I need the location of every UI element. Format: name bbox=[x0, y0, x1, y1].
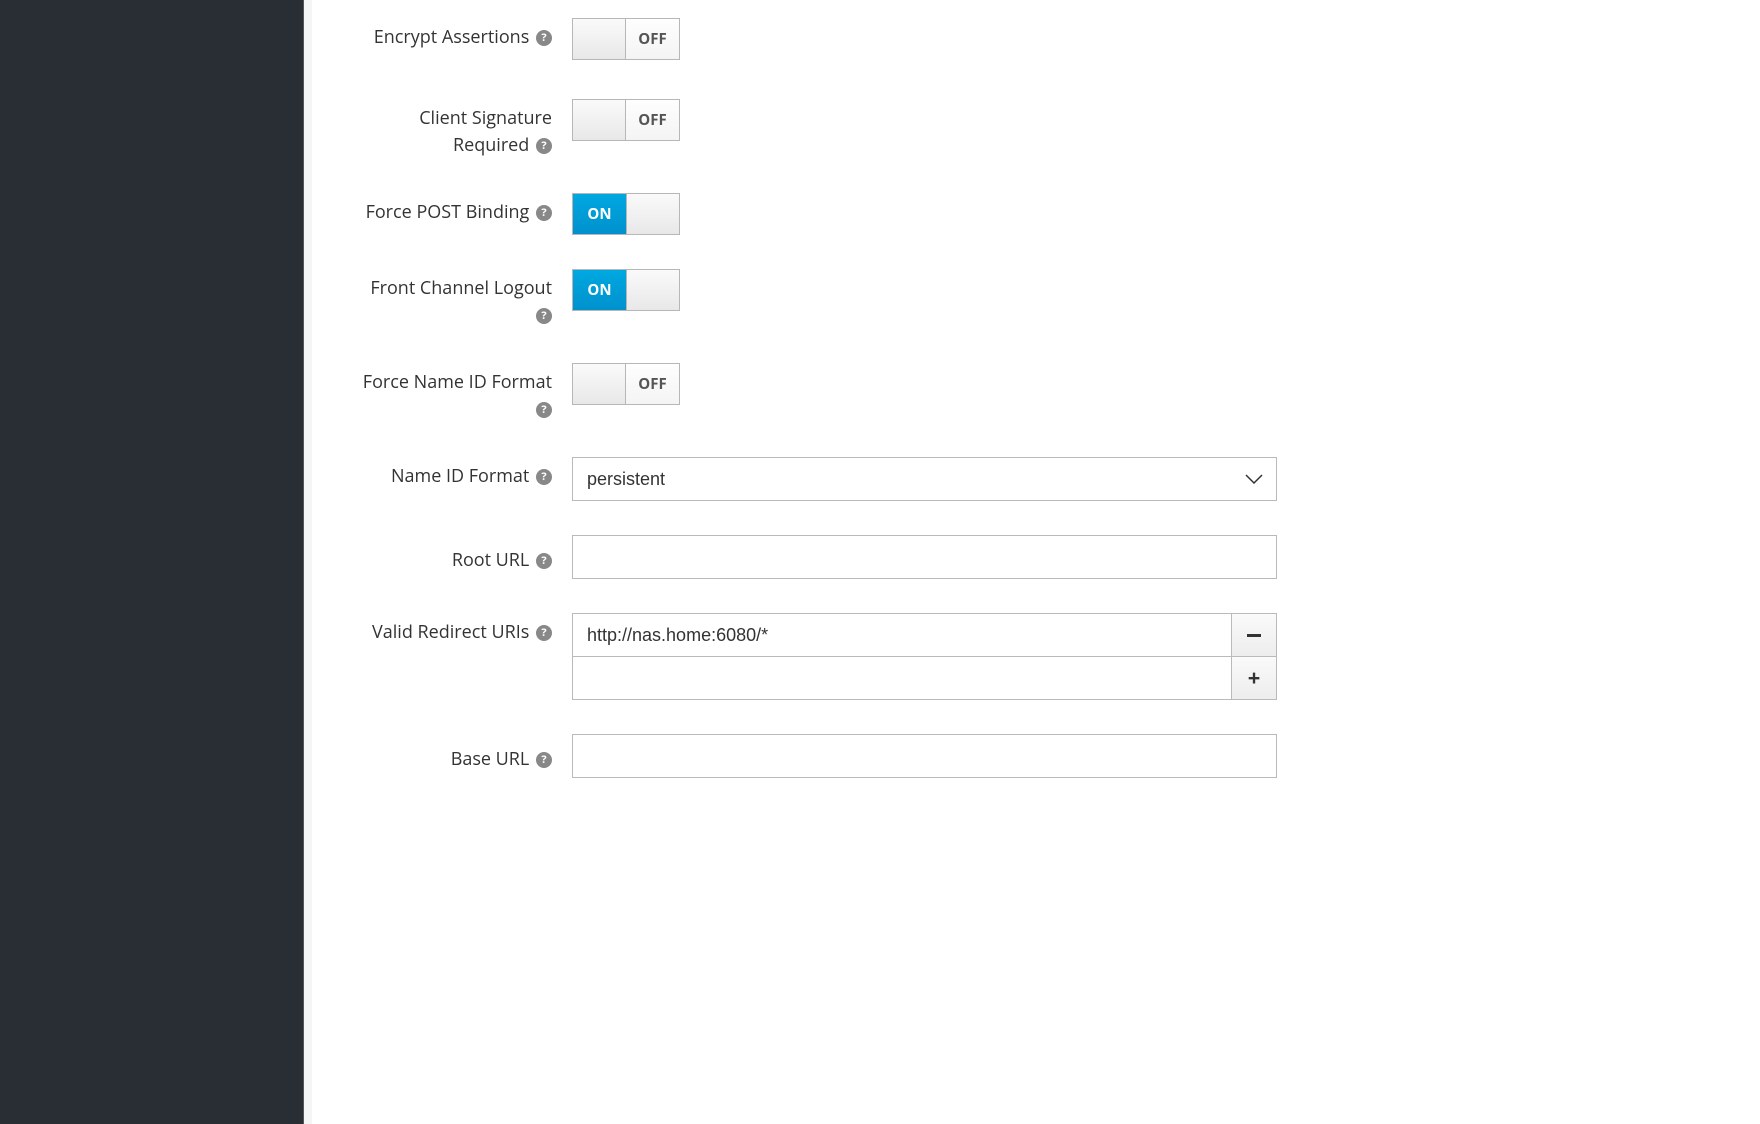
help-icon[interactable]: ? bbox=[536, 308, 552, 324]
help-icon[interactable]: ? bbox=[536, 469, 552, 485]
name-id-format-label: Name ID Format ? bbox=[352, 457, 572, 490]
help-icon[interactable]: ? bbox=[536, 138, 552, 154]
scrollbar-edge bbox=[304, 0, 312, 1124]
help-icon[interactable]: ? bbox=[536, 402, 552, 418]
base-url-label: Base URL ? bbox=[352, 734, 572, 773]
force-name-id-format-toggle[interactable]: OFF bbox=[572, 363, 680, 405]
valid-redirect-uri-new-input[interactable] bbox=[572, 656, 1231, 700]
force-post-binding-label: Force POST Binding ? bbox=[352, 193, 572, 226]
form-content: Encrypt Assertions ? OFF Client Signatur… bbox=[312, 0, 1760, 1124]
add-redirect-uri-button[interactable]: + bbox=[1231, 656, 1277, 700]
help-icon[interactable]: ? bbox=[536, 553, 552, 569]
front-channel-logout-toggle[interactable]: ON bbox=[572, 269, 680, 311]
name-id-format-select[interactable]: persistent bbox=[572, 457, 1277, 501]
help-icon[interactable]: ? bbox=[536, 30, 552, 46]
base-url-input[interactable] bbox=[572, 734, 1277, 778]
front-channel-logout-label: Front Channel Logout ? bbox=[352, 269, 572, 329]
encrypt-assertions-label: Encrypt Assertions ? bbox=[352, 18, 572, 51]
valid-redirect-uris-label: Valid Redirect URIs ? bbox=[352, 613, 572, 646]
help-icon[interactable]: ? bbox=[536, 205, 552, 221]
force-name-id-format-label: Force Name ID Format ? bbox=[352, 363, 572, 423]
force-post-binding-toggle[interactable]: ON bbox=[572, 193, 680, 235]
help-icon[interactable]: ? bbox=[536, 752, 552, 768]
help-icon[interactable]: ? bbox=[536, 625, 552, 641]
root-url-label: Root URL ? bbox=[352, 535, 572, 574]
client-signature-required-toggle[interactable]: OFF bbox=[572, 99, 680, 141]
minus-icon bbox=[1247, 634, 1261, 637]
valid-redirect-uri-input[interactable] bbox=[572, 613, 1231, 657]
client-signature-required-label: Client Signature Required ? bbox=[352, 99, 572, 159]
root-url-input[interactable] bbox=[572, 535, 1277, 579]
plus-icon: + bbox=[1248, 667, 1261, 689]
encrypt-assertions-toggle[interactable]: OFF bbox=[572, 18, 680, 60]
remove-redirect-uri-button[interactable] bbox=[1231, 613, 1277, 657]
sidebar bbox=[0, 0, 304, 1124]
